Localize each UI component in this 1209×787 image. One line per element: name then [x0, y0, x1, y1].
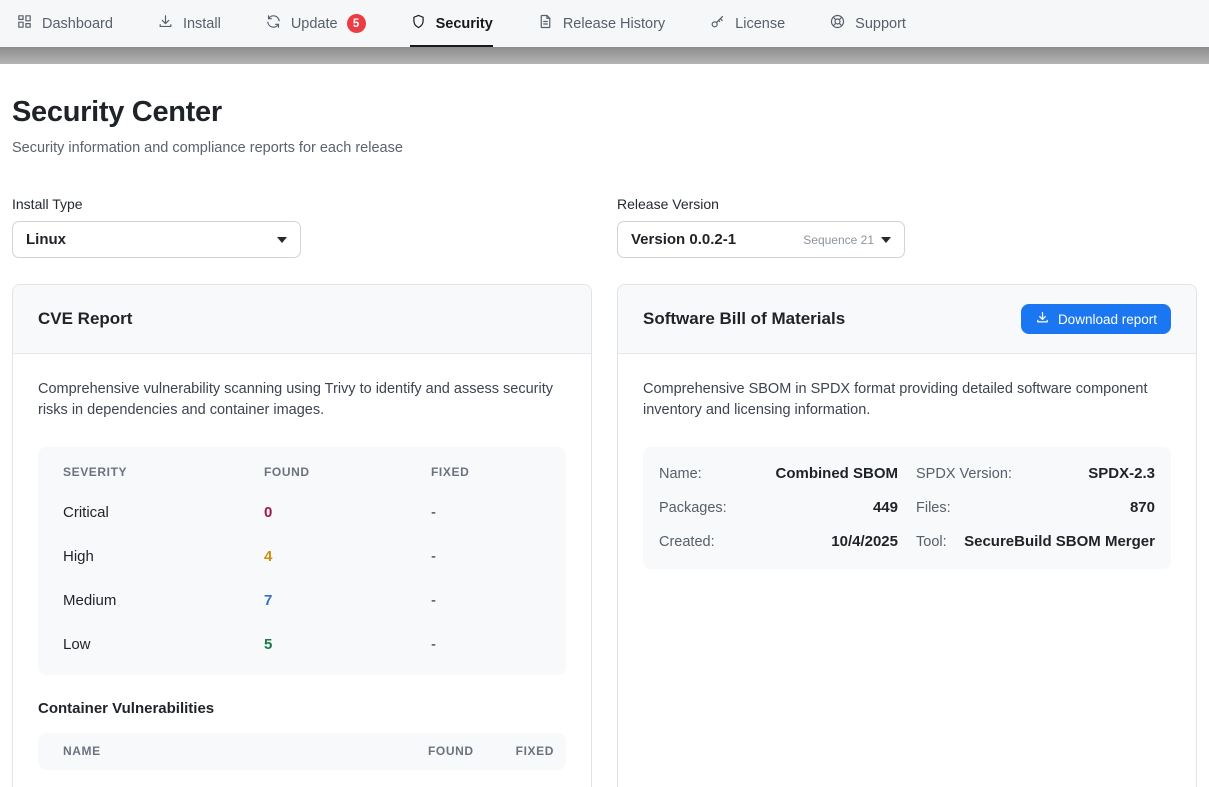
tab-label: Install — [183, 16, 221, 32]
chevron-down-icon — [277, 237, 287, 243]
sbom-description: Comprehensive SBOM in SPDX format provid… — [643, 379, 1171, 422]
release-version-value: Version 0.0.2-1 — [631, 231, 736, 248]
tab-update[interactable]: Update 5 — [265, 0, 366, 47]
found-count: 7 — [264, 592, 431, 609]
sbom-card-body: Comprehensive SBOM in SPDX format provid… — [618, 354, 1196, 594]
table-row: Critical 0 - — [38, 491, 566, 535]
sbom-card-header: Software Bill of Materials Download repo… — [618, 285, 1196, 354]
page-subtitle: Security information and compliance repo… — [12, 140, 1197, 156]
cve-card-body: Comprehensive vulnerability scanning usi… — [13, 354, 591, 787]
found-count: 0 — [264, 504, 431, 521]
tab-install[interactable]: Install — [157, 0, 221, 47]
sbom-details-grid: Name: Combined SBOM SPDX Version: SPDX-2… — [643, 447, 1171, 569]
install-type-value: Linux — [26, 231, 66, 248]
page-title: Security Center — [12, 96, 1197, 129]
cve-card-title: CVE Report — [38, 309, 132, 329]
top-navigation: Dashboard Install Update 5 Security Rele… — [0, 0, 1209, 47]
refresh-icon — [265, 13, 282, 34]
download-report-label: Download report — [1058, 312, 1157, 327]
sbom-card: Software Bill of Materials Download repo… — [617, 284, 1197, 787]
lifebuoy-icon — [829, 13, 846, 34]
tab-label: Dashboard — [42, 16, 113, 32]
detail-value: SPDX-2.3 — [1088, 465, 1155, 482]
release-version-label: Release Version — [617, 196, 1197, 212]
sequence-label: Sequence 21 — [803, 233, 874, 247]
container-table-header: NAME FOUND FIXED — [38, 733, 566, 770]
tab-label: Security — [436, 16, 493, 32]
detail-value: Combined SBOM — [776, 465, 899, 482]
download-icon — [157, 13, 174, 34]
detail-label: SPDX Version: — [916, 466, 1012, 482]
list-item: SPDX Version: SPDX-2.3 — [916, 457, 1155, 491]
col-found: FOUND — [264, 465, 431, 479]
install-type-filter: Install Type Linux — [12, 196, 592, 258]
list-item: Name: Combined SBOM — [659, 457, 898, 491]
cve-card-header: CVE Report — [13, 285, 591, 354]
cards-row: CVE Report Comprehensive vulnerability s… — [12, 284, 1197, 787]
detail-label: Packages: — [659, 500, 727, 516]
key-icon — [709, 13, 726, 34]
detail-value: SecureBuild SBOM Merger — [964, 533, 1155, 550]
detail-value: 870 — [1130, 499, 1155, 516]
table-row: High 4 - — [38, 535, 566, 579]
detail-value: 449 — [873, 499, 898, 516]
list-item: Created: 10/4/2025 — [659, 525, 898, 559]
release-version-meta: Sequence 21 — [803, 233, 891, 247]
main-content: Security Center Security information and… — [0, 96, 1209, 787]
detail-value: 10/4/2025 — [831, 533, 898, 550]
table-row: Low 5 - — [38, 623, 566, 667]
tab-license[interactable]: License — [709, 0, 785, 47]
severity-label: Low — [63, 636, 264, 653]
col-fixed: FIXED — [516, 744, 554, 758]
tab-label: Support — [855, 16, 906, 32]
chevron-down-icon — [881, 237, 891, 243]
download-report-button[interactable]: Download report — [1021, 304, 1171, 334]
detail-label: Name: — [659, 466, 702, 482]
found-count: 4 — [264, 548, 431, 565]
tab-security[interactable]: Security — [410, 0, 493, 47]
tab-label: Update — [291, 16, 338, 32]
severity-table-header: SEVERITY FOUND FIXED — [38, 453, 566, 491]
sbom-card-title: Software Bill of Materials — [643, 309, 845, 329]
cve-description: Comprehensive vulnerability scanning usi… — [38, 379, 566, 422]
table-row: Medium 7 - — [38, 579, 566, 623]
install-type-label: Install Type — [12, 196, 592, 212]
detail-label: Created: — [659, 534, 715, 550]
fixed-count: - — [431, 592, 541, 609]
detail-label: Tool: — [916, 534, 947, 550]
tab-dashboard[interactable]: Dashboard — [16, 0, 113, 47]
fixed-count: - — [431, 504, 541, 521]
document-icon — [537, 13, 554, 34]
fixed-count: - — [431, 548, 541, 565]
tab-label: License — [735, 16, 785, 32]
install-type-select[interactable]: Linux — [12, 221, 301, 258]
severity-table: SEVERITY FOUND FIXED Critical 0 - High 4… — [38, 447, 566, 675]
release-version-filter: Release Version Version 0.0.2-1 Sequence… — [617, 196, 1197, 258]
dashboard-grid-icon — [16, 13, 33, 34]
col-found: FOUND — [428, 744, 474, 758]
severity-label: Critical — [63, 504, 264, 521]
tab-label: Release History — [563, 16, 665, 32]
found-count: 5 — [264, 636, 431, 653]
severity-label: Medium — [63, 592, 264, 609]
col-name: NAME — [63, 744, 428, 758]
list-item: Packages: 449 — [659, 491, 898, 525]
fixed-count: - — [431, 636, 541, 653]
container-vulnerabilities-title: Container Vulnerabilities — [38, 700, 566, 717]
col-fixed: FIXED — [431, 465, 541, 479]
tab-support[interactable]: Support — [829, 0, 906, 47]
window-divider-band — [0, 47, 1209, 64]
filters-row: Install Type Linux Release Version Versi… — [12, 196, 1197, 258]
shield-icon — [410, 13, 427, 34]
list-item: Tool: SecureBuild SBOM Merger — [916, 525, 1155, 559]
update-count-badge: 5 — [347, 14, 366, 33]
list-item: Files: 870 — [916, 491, 1155, 525]
download-icon — [1035, 310, 1050, 328]
cve-report-card: CVE Report Comprehensive vulnerability s… — [12, 284, 592, 787]
col-severity: SEVERITY — [63, 465, 264, 479]
release-version-select[interactable]: Version 0.0.2-1 Sequence 21 — [617, 221, 905, 258]
tab-release-history[interactable]: Release History — [537, 0, 665, 47]
detail-label: Files: — [916, 500, 951, 516]
severity-label: High — [63, 548, 264, 565]
